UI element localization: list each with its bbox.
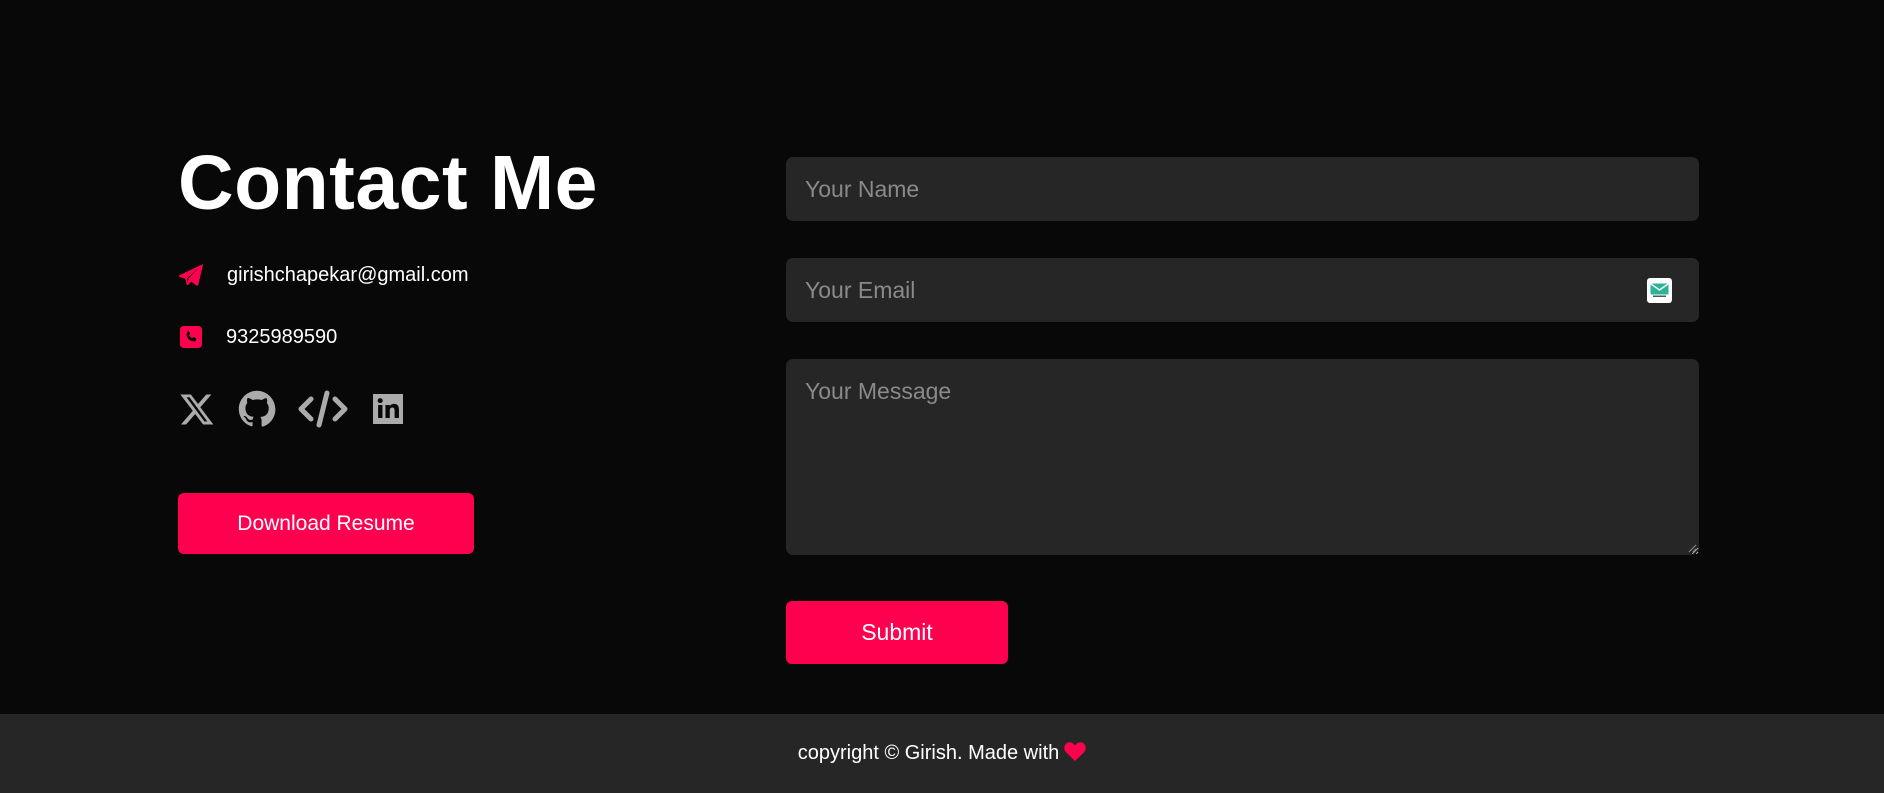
footer: copyright © Girish. Made with — [0, 714, 1884, 793]
linkedin-link[interactable] — [370, 386, 406, 432]
github-icon — [238, 390, 276, 427]
contact-section: Contact Me girishchapekar@gmail.com 9325… — [0, 0, 1884, 714]
email-text[interactable]: girishchapekar@gmail.com — [227, 262, 469, 288]
envelope-badge-icon[interactable] — [1647, 278, 1672, 303]
heart-icon — [1064, 742, 1086, 761]
footer-copyright: copyright © Girish. Made with — [798, 742, 1087, 765]
paper-plane-icon — [178, 262, 204, 288]
code-link[interactable] — [298, 386, 348, 432]
phone-text[interactable]: 9325989590 — [226, 324, 337, 350]
social-links — [178, 386, 428, 432]
page-title: Contact Me — [178, 140, 598, 226]
footer-text: copyright © Girish. Made with — [797, 742, 1060, 764]
download-resume-button[interactable]: Download Resume — [178, 493, 474, 554]
contact-info: Contact Me girishchapekar@gmail.com 9325… — [178, 0, 738, 714]
name-input[interactable] — [786, 157, 1699, 221]
x-twitter-icon — [180, 394, 214, 425]
phone-row: 9325989590 — [178, 324, 337, 350]
linkedin-icon — [373, 394, 403, 424]
resize-handle-icon[interactable] — [1686, 542, 1697, 553]
code-icon — [298, 390, 348, 428]
email-input[interactable] — [786, 258, 1699, 322]
x-twitter-link[interactable] — [178, 386, 216, 432]
github-link[interactable] — [238, 386, 276, 432]
phone-square-icon — [178, 324, 204, 350]
submit-button[interactable]: Submit — [786, 601, 1008, 664]
message-textarea[interactable] — [786, 359, 1699, 555]
email-field-wrap — [786, 258, 1699, 322]
page: Contact Me girishchapekar@gmail.com 9325… — [0, 0, 1884, 793]
email-row: girishchapekar@gmail.com — [178, 262, 469, 288]
